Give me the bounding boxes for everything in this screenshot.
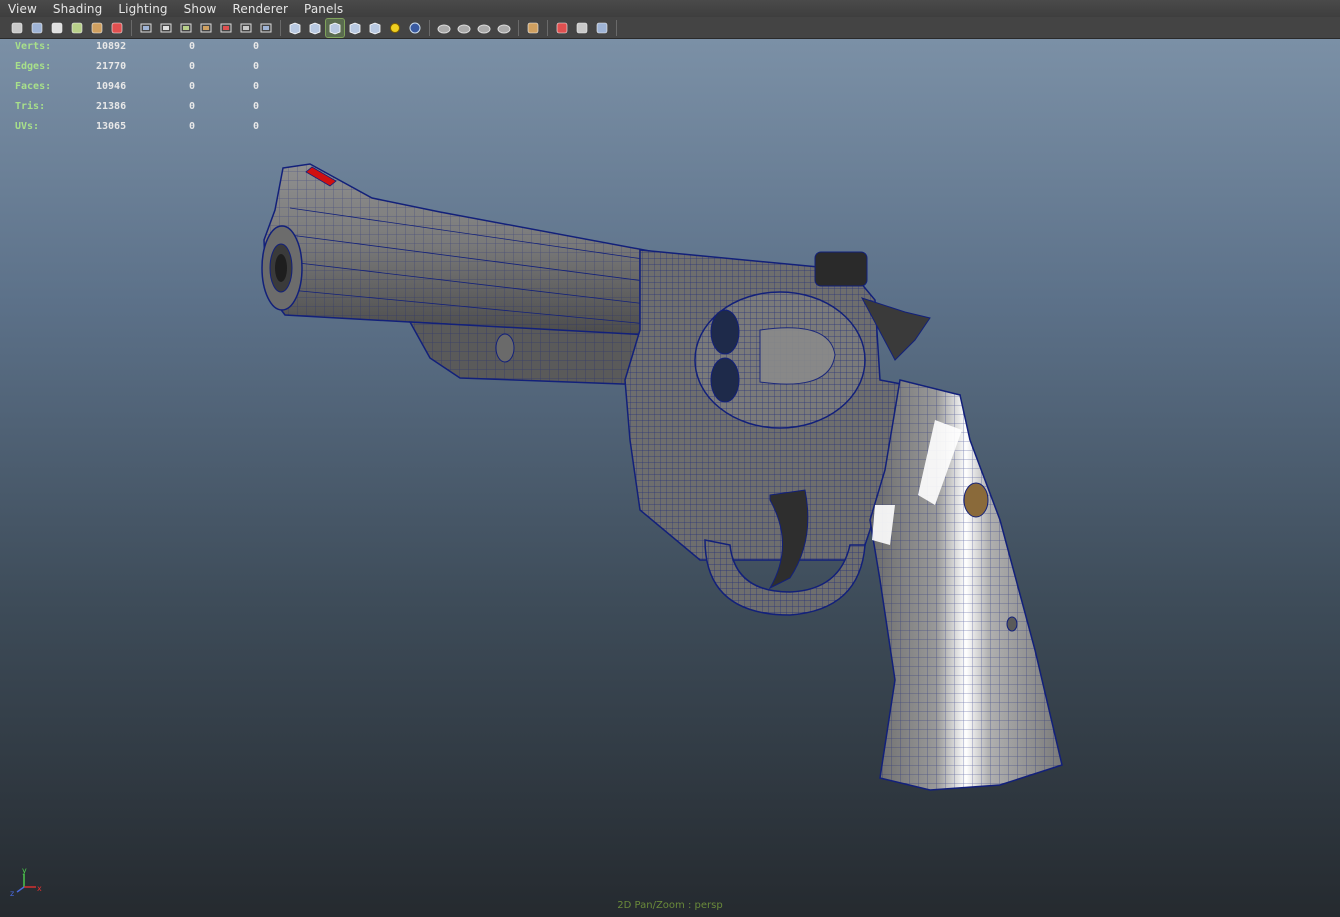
toolbar-separator [280, 19, 281, 36]
revolver-mesh[interactable] [0, 39, 1340, 917]
isolate-select-icon[interactable] [524, 19, 542, 37]
menu-view[interactable]: View [8, 2, 37, 16]
grease-pencil-icon[interactable] [88, 19, 106, 37]
unknown-red-icon[interactable] [108, 19, 126, 37]
cylinder [694, 291, 866, 429]
menu-show[interactable]: Show [184, 2, 217, 16]
smooth-shade-icon[interactable] [306, 19, 324, 37]
xray-joints-icon[interactable] [593, 19, 611, 37]
grip [869, 379, 1063, 791]
shadows-icon[interactable] [406, 19, 424, 37]
toolbar-separator [518, 19, 519, 36]
safe-title-icon[interactable] [257, 19, 275, 37]
field-chart-icon[interactable] [217, 19, 235, 37]
ambient-occlusion-icon[interactable] [435, 19, 453, 37]
grid-icon[interactable] [137, 19, 155, 37]
depth-of-field-icon[interactable] [495, 19, 513, 37]
xray-active-icon[interactable] [573, 19, 591, 37]
perspective-viewport[interactable]: Verts: 10892 0 0 Edges: 21770 0 0 Faces:… [0, 39, 1340, 917]
toolbar-separator [616, 19, 617, 36]
film-gate-icon[interactable] [157, 19, 175, 37]
panel-toolbar [0, 17, 1340, 39]
view-axis-gizmo: y x z [10, 867, 42, 897]
xray-icon[interactable] [553, 19, 571, 37]
menubar: View Shading Lighting Show Renderer Pane… [0, 0, 1340, 17]
camera-bookmark-icon[interactable] [28, 19, 46, 37]
menu-shading[interactable]: Shading [53, 2, 102, 16]
axis-y-label: y [22, 867, 27, 875]
menu-renderer[interactable]: Renderer [232, 2, 288, 16]
gate-mask-icon[interactable] [197, 19, 215, 37]
wireframe-icon[interactable] [286, 19, 304, 37]
axis-x-label: x [37, 884, 42, 893]
menu-lighting[interactable]: Lighting [118, 2, 167, 16]
two-d-pan-icon[interactable] [68, 19, 86, 37]
textured-icon[interactable] [366, 19, 384, 37]
lights-icon[interactable] [386, 19, 404, 37]
toolbar-separator [131, 19, 132, 36]
barrel [261, 163, 661, 339]
toolbar-separator [547, 19, 548, 36]
camera-attributes-icon[interactable] [8, 19, 26, 37]
image-plane-icon[interactable] [48, 19, 66, 37]
motion-blur-icon[interactable] [455, 19, 473, 37]
flat-shade-icon[interactable] [346, 19, 364, 37]
camera-status: 2D Pan/Zoom : persp [617, 900, 723, 911]
resolution-gate-icon[interactable] [177, 19, 195, 37]
menu-panels[interactable]: Panels [304, 2, 343, 16]
wireframe-on-shaded-icon[interactable] [325, 17, 345, 38]
anti-alias-icon[interactable] [475, 19, 493, 37]
axis-z-label: z [10, 889, 14, 897]
safe-action-icon[interactable] [237, 19, 255, 37]
toolbar-separator [429, 19, 430, 36]
